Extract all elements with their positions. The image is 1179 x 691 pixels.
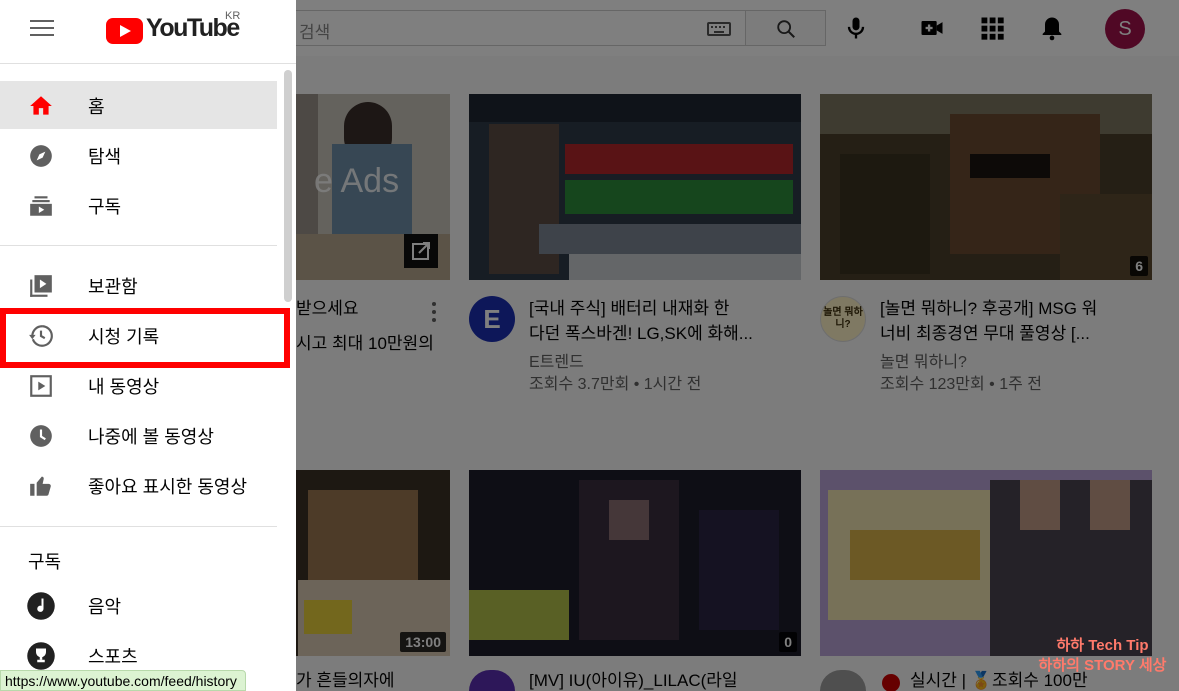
region-code: KR bbox=[225, 10, 241, 22]
divider bbox=[0, 245, 277, 246]
nav-item-music[interactable]: 음악 bbox=[0, 581, 277, 629]
annotation-highlight-box bbox=[0, 308, 290, 368]
nav-item-subscriptions[interactable]: 구독 bbox=[0, 181, 277, 229]
divider bbox=[0, 526, 277, 527]
subscriptions-section-title: 구독 bbox=[28, 552, 62, 572]
nav-item-label: 구독 bbox=[88, 197, 122, 217]
nav-item-label: 음악 bbox=[88, 597, 122, 617]
compass-icon bbox=[30, 145, 52, 167]
drawer-header: YouTube KR bbox=[0, 0, 296, 64]
home-icon bbox=[30, 96, 52, 115]
youtube-play-logo-icon bbox=[106, 18, 143, 44]
nav-item-label: 나중에 볼 동영상 bbox=[88, 427, 214, 447]
nav-item-label: 좋아요 표시한 동영상 bbox=[88, 477, 248, 497]
nav-item-label: 보관함 bbox=[88, 277, 138, 297]
play-square-icon bbox=[30, 375, 52, 397]
nav-item-label: 탐색 bbox=[88, 147, 122, 167]
nav-item-label: 내 동영상 bbox=[88, 377, 160, 397]
watermark-line2: 하하의 STORY 세상 bbox=[1038, 657, 1167, 674]
library-icon bbox=[30, 275, 52, 297]
watermark-line1: 하하 Tech Tip bbox=[1056, 637, 1149, 654]
status-bar-url: https://www.youtube.com/feed/history bbox=[0, 670, 246, 691]
nav-item-home[interactable]: 홈 bbox=[0, 81, 277, 129]
nav-item-liked-videos[interactable]: 좋아요 표시한 동영상 bbox=[0, 461, 277, 509]
drawer-scrollbar[interactable] bbox=[284, 70, 292, 302]
hamburger-menu-icon[interactable] bbox=[30, 20, 54, 38]
nav-item-explore[interactable]: 탐색 bbox=[0, 131, 277, 179]
trophy-icon bbox=[27, 642, 55, 670]
nav-item-watch-later[interactable]: 나중에 볼 동영상 bbox=[0, 411, 277, 459]
clock-icon bbox=[30, 425, 52, 447]
nav-item-label: 스포츠 bbox=[88, 647, 138, 667]
watermark: 하하 Tech Tip 하하의 STORY 세상 bbox=[1030, 636, 1175, 676]
nav-item-library[interactable]: 보관함 bbox=[0, 261, 277, 309]
nav-item-label: 홈 bbox=[88, 97, 105, 117]
nav-item-your-videos[interactable]: 내 동영상 bbox=[0, 361, 277, 409]
subscriptions-icon bbox=[30, 196, 52, 216]
thumbs-up-icon bbox=[30, 476, 51, 496]
music-icon bbox=[27, 592, 55, 620]
